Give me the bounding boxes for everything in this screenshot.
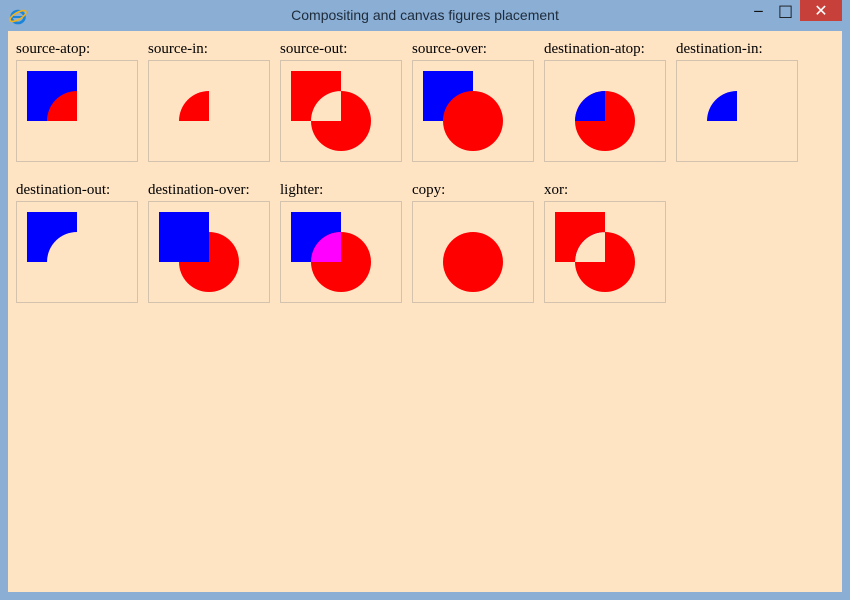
demo-label: destination-in: [676,41,763,57]
window-title: Compositing and canvas figures placement [291,7,559,23]
demo-label: lighter: [280,182,324,198]
composite-figure [179,91,209,121]
composite-figure [555,212,635,292]
red-circle [47,91,77,121]
composite-figure [707,91,737,121]
demo-label: xor: [544,182,569,198]
page-content: source-atop: source-in: source-out: sour… [8,31,842,592]
blue-square [159,212,209,262]
demo-canvas [544,201,666,303]
demo-canvas [16,60,138,162]
minimize-icon: ‒ [753,1,764,20]
demo-label: copy: [412,182,446,198]
red-circle [291,71,371,151]
red-circle [555,212,635,292]
close-icon: ✕ [814,1,828,20]
demo-canvas [280,60,402,162]
demo-canvas [148,201,270,303]
blue-square [575,91,605,121]
red-circle [443,232,503,292]
blue-square [707,91,737,121]
demo-label: source-out: [280,41,348,57]
blue-square [27,212,77,262]
minimize-button[interactable]: ‒ [745,0,772,21]
demo-canvas [676,60,798,162]
demo-label: destination-atop: [544,41,645,57]
demo-label: source-in: [148,41,208,57]
demo-canvas [544,60,666,162]
demo-label: destination-over: [148,182,250,198]
demo-canvas [412,201,534,303]
composite-figure [575,91,635,151]
composite-figure [423,71,503,151]
demo-canvas [280,201,402,303]
composite-figure [291,212,371,292]
demo-label: source-over: [412,41,487,57]
composite-figure [27,212,77,262]
close-button[interactable]: ✕ [800,0,842,21]
demo-canvas [16,201,138,303]
composite-figure [291,71,371,151]
browser-window: Compositing and canvas figures placement… [0,0,850,600]
maximize-button[interactable]: □ [772,0,799,21]
demo-canvas [412,60,534,162]
red-circle [443,91,503,151]
composite-figure [27,71,77,121]
composite-figure [159,212,239,292]
red-circle [179,91,209,121]
composite-figure [443,232,503,292]
demo-canvas [148,60,270,162]
maximize-icon: □ [777,1,794,20]
title-bar[interactable]: Compositing and canvas figures placement… [0,0,850,31]
demo-label: destination-out: [16,182,111,198]
demo-label: source-atop: [16,41,91,57]
